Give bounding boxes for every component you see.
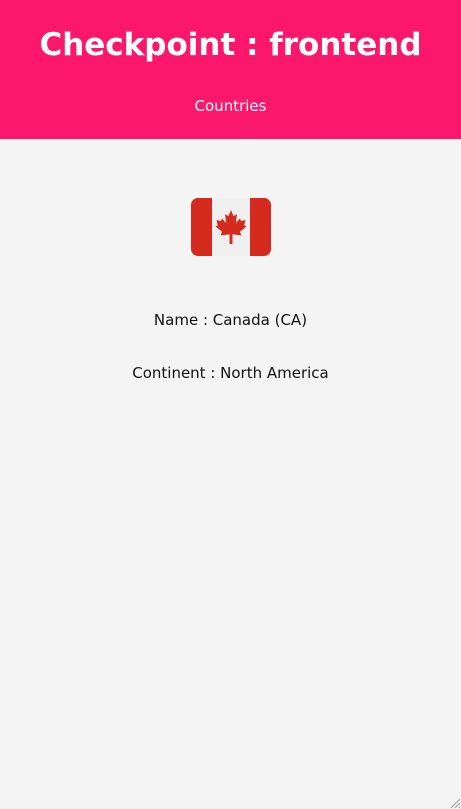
country-continent: Continent : North America bbox=[132, 364, 329, 382]
canada-flag-icon bbox=[190, 198, 271, 256]
app-header: Checkpoint : frontend Countries bbox=[0, 0, 461, 139]
countries-link[interactable]: Countries bbox=[195, 96, 267, 116]
country-detail: Name : Canada (CA) Continent : North Ame… bbox=[0, 198, 461, 383]
page: Checkpoint : frontend Countries Name : C… bbox=[0, 0, 461, 809]
country-name: Name : Canada (CA) bbox=[153, 311, 308, 329]
resize-grip-icon[interactable] bbox=[449, 797, 461, 809]
app-title: Checkpoint : frontend bbox=[39, 27, 422, 63]
